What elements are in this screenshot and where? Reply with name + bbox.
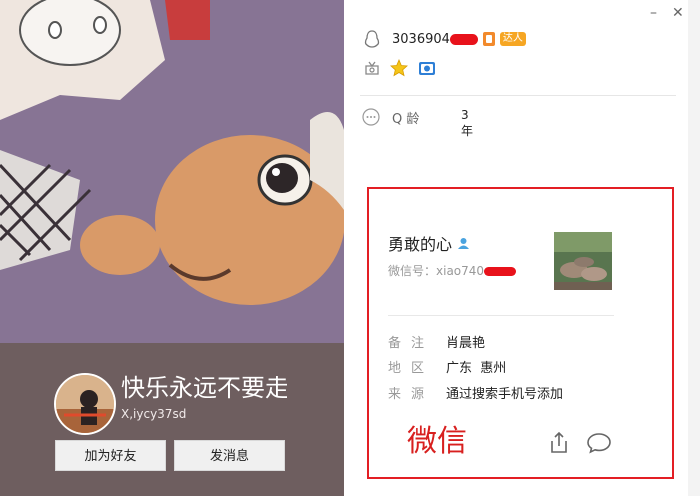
- minimize-button[interactable]: –: [650, 6, 657, 20]
- wechat-photo[interactable]: [554, 232, 612, 290]
- qq-number: 3036904: [392, 31, 450, 47]
- divider: [388, 315, 614, 316]
- detail-panel: – ✕ 3036904 达人 Q 龄 3年 勇敢的心 微信号： xiao740 …: [344, 0, 688, 496]
- wechat-id-row: 微信号： xiao740: [388, 263, 517, 279]
- qq-number-row: 3036904 达人: [364, 30, 526, 48]
- remark-row: 备注 肖晨艳: [388, 335, 485, 353]
- qq-penguin-icon: [364, 30, 380, 48]
- qq-age-value: 3年: [461, 108, 474, 138]
- wechat-name-row: 勇敢的心: [388, 235, 470, 255]
- avatar-image: [56, 375, 114, 433]
- share-icon[interactable]: [548, 431, 570, 455]
- wechat-id-value: xiao740: [436, 264, 485, 278]
- gift-icon: [365, 61, 379, 75]
- avatar[interactable]: [54, 373, 116, 435]
- wechat-name: 勇敢的心: [388, 235, 453, 254]
- remark-label: 备注: [388, 336, 435, 351]
- chat-bubble-icon[interactable]: [586, 432, 612, 454]
- source-row: 来源 通过搜索手机号添加: [388, 386, 563, 404]
- region-row: 地区 广东 惠州: [388, 360, 506, 378]
- star-icon[interactable]: [390, 59, 408, 77]
- source-value: 通过搜索手机号添加: [446, 387, 564, 402]
- divider: [360, 95, 676, 96]
- redaction-mark: [449, 33, 478, 45]
- wechat-info-box: 勇敢的心 微信号： xiao740 备注 肖晨艳 地区 广东 惠州 来源 通过搜…: [367, 187, 674, 479]
- profile-nickname: 快乐永远不要走: [121, 374, 287, 402]
- person-icon: [458, 238, 470, 249]
- region-value: 广东 惠州: [446, 361, 507, 376]
- close-button[interactable]: ✕: [672, 6, 684, 20]
- add-friend-button[interactable]: 加为好友: [55, 440, 166, 471]
- camera-icon[interactable]: [418, 59, 436, 77]
- qq-age-label: Q 龄: [392, 111, 420, 127]
- remark-value: 肖晨艳: [446, 336, 486, 351]
- region-label: 地区: [388, 361, 435, 376]
- wechat-icon: [482, 32, 495, 46]
- status-icons: [364, 58, 436, 78]
- wechat-photo-image: [554, 232, 612, 290]
- source-label: 来源: [388, 387, 435, 402]
- more-icon: [362, 108, 380, 126]
- wechat-id-label: 微信号：: [388, 264, 437, 278]
- cover-image: [0, 0, 344, 343]
- wechat-title: 微信: [407, 424, 467, 459]
- send-message-button[interactable]: 发消息: [174, 440, 285, 471]
- profile-user-id: X,iycy37sd: [121, 407, 187, 421]
- profile-card: 快乐永远不要走 X,iycy37sd 加为好友 发消息: [0, 0, 344, 496]
- qq-age-row: Q 龄 3年: [362, 107, 473, 138]
- talent-badge: 达人: [499, 32, 526, 46]
- redaction-mark: [484, 266, 517, 276]
